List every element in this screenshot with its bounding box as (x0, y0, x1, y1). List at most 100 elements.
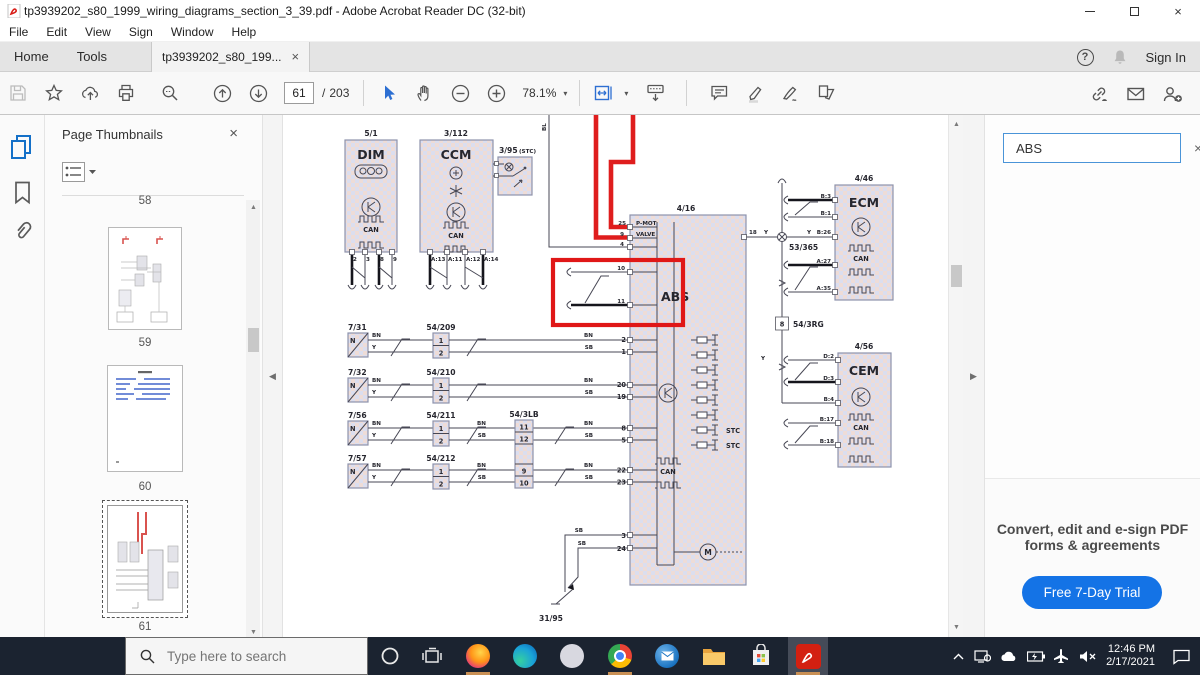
free-trial-button[interactable]: Free 7-Day Trial (1022, 576, 1162, 609)
bell-icon[interactable] (1112, 49, 1128, 66)
task-view-icon[interactable] (412, 637, 452, 675)
cast-icon[interactable] (974, 649, 991, 663)
share-link-icon[interactable] (1082, 78, 1118, 110)
svg-text:(STC): (STC) (519, 149, 537, 155)
next-page-icon[interactable] (240, 77, 276, 109)
maximize-button[interactable] (1112, 0, 1156, 22)
page-number-input[interactable] (284, 82, 314, 104)
svg-text:N: N (350, 468, 356, 476)
menu-sign[interactable]: Sign (120, 25, 162, 39)
print-icon[interactable] (108, 77, 144, 109)
svg-text:SB: SB (585, 345, 593, 351)
search-pane: × Convert, edit and e-sign PDF forms & a… (985, 115, 1200, 637)
airplane-mode-icon[interactable] (1054, 649, 1070, 663)
svg-text:A:12: A:12 (466, 257, 481, 263)
thumbnail-page-61[interactable] (102, 500, 188, 618)
page-scroll-icon[interactable] (638, 77, 674, 109)
battery-icon[interactable] (1027, 651, 1045, 662)
thumbnail-options-icon[interactable] (62, 162, 98, 184)
svg-text:2: 2 (439, 395, 444, 403)
taskbar-search[interactable] (125, 637, 368, 675)
minimize-button[interactable] (1068, 0, 1112, 22)
thumbnails-scrollbar[interactable]: ▲ ▼ (246, 200, 260, 637)
panel-close-icon[interactable]: × (229, 125, 238, 142)
menu-help[interactable]: Help (223, 25, 266, 39)
document-scrollbar[interactable]: ▲ ▼ (948, 115, 963, 637)
tray-chevron-icon[interactable] (952, 652, 965, 661)
acrobat-doc-icon (7, 4, 21, 18)
email-icon[interactable] (1118, 78, 1154, 110)
search-icon[interactable] (152, 77, 188, 109)
save-icon[interactable] (0, 77, 36, 109)
main-toolbar: / 203 78.1% ▾ ▾ (0, 72, 1200, 115)
scroll-up-icon[interactable]: ▲ (246, 200, 261, 215)
bookmarks-icon[interactable] (14, 181, 32, 205)
clear-search-icon[interactable]: × (1194, 140, 1200, 156)
svg-text:7/57: 7/57 (348, 454, 367, 463)
find-input[interactable] (1004, 140, 1194, 157)
volume-muted-icon[interactable] (1079, 650, 1097, 663)
close-button[interactable]: × (1156, 0, 1200, 22)
acrobat-taskbar-icon[interactable] (788, 637, 828, 675)
svg-text:N: N (350, 382, 356, 390)
onedrive-icon[interactable] (1000, 650, 1018, 662)
menu-window[interactable]: Window (162, 25, 223, 39)
zoom-in-icon[interactable] (478, 77, 514, 109)
tab-home[interactable]: Home (0, 42, 63, 72)
hand-tool-icon[interactable] (406, 77, 442, 109)
find-box[interactable]: × (1003, 133, 1181, 163)
thumbnail-page-59[interactable] (108, 227, 182, 330)
select-tool-icon[interactable] (370, 77, 406, 109)
edge-icon[interactable] (505, 637, 545, 675)
svg-text:2: 2 (439, 481, 444, 489)
svg-text:P-MOT: P-MOT (636, 221, 657, 227)
more-tools-icon[interactable] (809, 77, 845, 109)
fit-caret-icon[interactable]: ▾ (624, 89, 628, 98)
tab-document[interactable]: tp3939202_s80_199... × (151, 42, 310, 72)
zoom-out-icon[interactable] (442, 77, 478, 109)
microsoft-store-icon[interactable] (741, 637, 781, 675)
collapse-left-pane-handle[interactable]: ◀ (262, 115, 283, 637)
doc-scroll-down-icon[interactable]: ▼ (949, 620, 964, 635)
attachments-icon[interactable] (13, 219, 33, 245)
doc-scroll-up-icon[interactable]: ▲ (949, 117, 964, 132)
menu-edit[interactable]: Edit (37, 25, 76, 39)
help-icon[interactable]: ? (1077, 49, 1094, 66)
star-icon[interactable] (36, 77, 72, 109)
page-thumbnails-icon[interactable] (11, 135, 34, 160)
sensor-row-1: 7/31 N BN Y 54/209 1 2 BN SB 2 1 (348, 323, 630, 358)
highlighter-icon[interactable] (737, 77, 773, 109)
zoom-level[interactable]: 78.1% (522, 86, 560, 100)
scroll-down-icon[interactable]: ▼ (246, 625, 261, 637)
svg-text:CAN: CAN (363, 226, 378, 234)
zoom-caret-icon[interactable]: ▾ (563, 89, 567, 98)
promo-line1: Convert, edit and e-sign PDF (985, 521, 1200, 537)
collapse-right-pane-handle[interactable]: ▶ (963, 115, 985, 637)
cortana-icon[interactable] (370, 637, 410, 675)
sign-in-button[interactable]: Sign In (1146, 50, 1186, 65)
mail-app-icon[interactable] (647, 637, 687, 675)
menu-file[interactable]: File (0, 25, 37, 39)
app-circle-icon[interactable] (552, 637, 592, 675)
taskbar-search-input[interactable] (165, 648, 355, 665)
add-person-icon[interactable] (1154, 78, 1190, 110)
file-explorer-icon[interactable] (694, 637, 734, 675)
action-center-icon[interactable] (1172, 648, 1192, 665)
previous-page-icon[interactable] (204, 77, 240, 109)
firefox-icon[interactable] (458, 637, 498, 675)
comment-icon[interactable] (701, 77, 737, 109)
taskbar-clock[interactable]: 12:46 PM 2/17/2021 (1106, 643, 1155, 669)
menu-view[interactable]: View (76, 25, 120, 39)
tab-tools[interactable]: Tools (63, 42, 121, 72)
fill-sign-icon[interactable] (773, 77, 809, 109)
chrome-icon[interactable] (600, 637, 640, 675)
tab-close-icon[interactable]: × (292, 49, 300, 64)
document-page[interactable]: .w{stroke:#474754;stroke-width:1;fill:no… (283, 115, 948, 637)
acrobat-window: tp3939202_s80_1999_wiring_diagrams_secti… (0, 0, 1200, 675)
thumbnail-page-60[interactable] (107, 365, 183, 472)
svg-text:54/210: 54/210 (426, 368, 455, 377)
fit-width-icon[interactable] (586, 77, 622, 109)
upload-cloud-icon[interactable] (72, 77, 108, 109)
svg-text:1: 1 (621, 348, 626, 356)
svg-text:BN: BN (372, 463, 381, 469)
